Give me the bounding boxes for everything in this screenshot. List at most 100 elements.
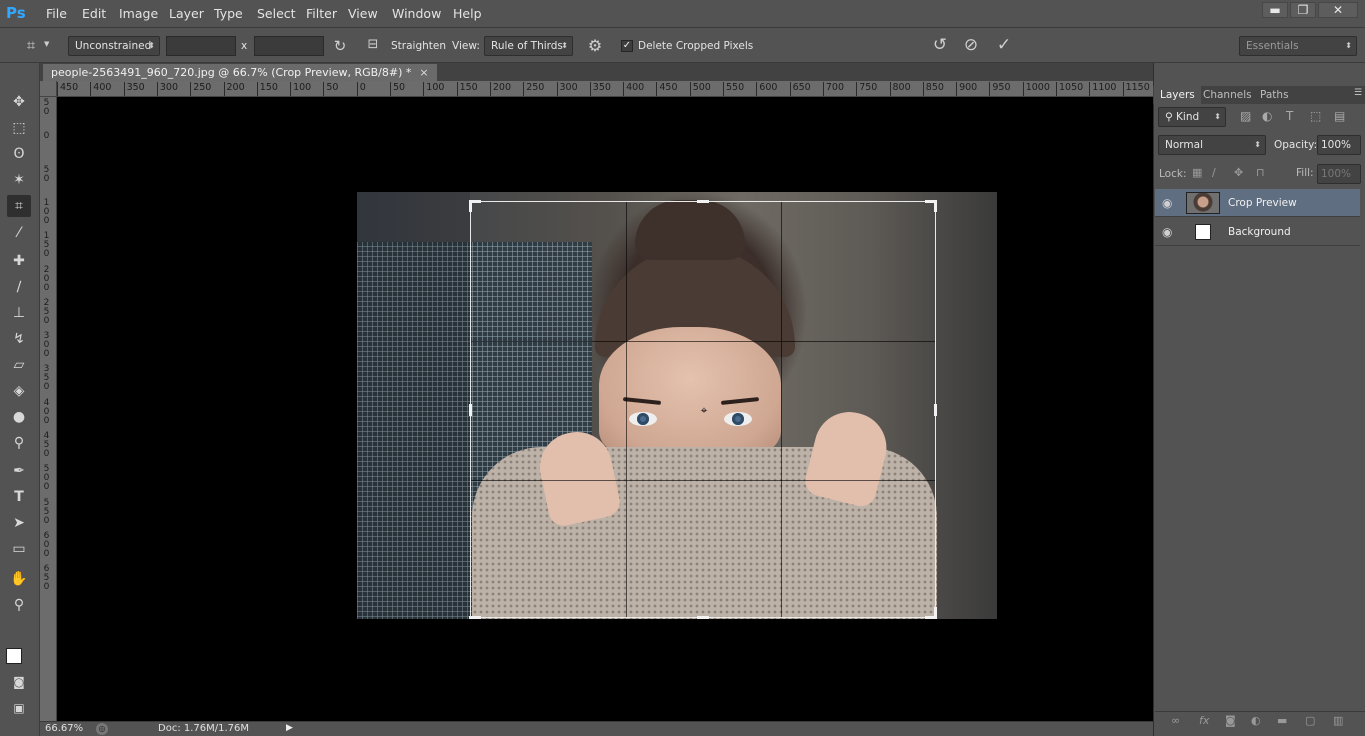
- lock-image-icon[interactable]: ∕: [1212, 166, 1216, 179]
- foreground-color-swatch[interactable]: [6, 648, 22, 664]
- crop-handle-top[interactable]: [697, 200, 709, 203]
- menu-view[interactable]: View: [348, 6, 378, 21]
- gear-icon[interactable]: ⚙: [585, 36, 605, 55]
- rectangle-icon[interactable]: ▭: [7, 538, 31, 560]
- swap-rotate-icon[interactable]: ↻: [331, 37, 349, 55]
- status-info-icon[interactable]: ◎: [96, 723, 108, 735]
- clone-stamp-icon[interactable]: ⊥: [7, 302, 31, 324]
- zoom-level[interactable]: 66.67%: [45, 723, 83, 734]
- history-brush-icon[interactable]: ↯: [7, 328, 31, 350]
- minimize-button[interactable]: ▬: [1262, 2, 1288, 18]
- restore-button[interactable]: ❐: [1290, 2, 1316, 18]
- crop-tool-preset-icon[interactable]: ⌗: [20, 36, 42, 54]
- layer-name[interactable]: Background: [1228, 226, 1291, 238]
- new-group-icon[interactable]: ▬: [1277, 714, 1287, 727]
- ruler-origin[interactable]: [40, 81, 57, 97]
- status-menu-arrow-icon[interactable]: ▶: [286, 723, 293, 733]
- zoom-icon[interactable]: ⚲: [7, 594, 31, 616]
- commit-crop-icon[interactable]: ✓: [993, 35, 1015, 55]
- adjustment-layer-icon[interactable]: ◐: [1251, 714, 1261, 727]
- width-field[interactable]: [166, 36, 236, 56]
- cancel-crop-icon[interactable]: ⊘: [960, 35, 982, 55]
- ruler-tick: 450: [656, 82, 678, 96]
- path-select-icon[interactable]: ➤: [7, 512, 31, 534]
- eraser-icon[interactable]: ▱: [7, 354, 31, 376]
- layer-name[interactable]: Crop Preview: [1228, 197, 1297, 209]
- blend-mode-dropdown[interactable]: Normal ⬍: [1158, 135, 1266, 155]
- ruler-tick: 550: [723, 82, 744, 96]
- menu-image[interactable]: Image: [119, 6, 158, 21]
- lock-position-icon[interactable]: ✥: [1234, 166, 1243, 179]
- menu-file[interactable]: File: [46, 6, 67, 21]
- lock-transparent-icon[interactable]: ▦: [1192, 166, 1202, 179]
- preset-chevron-down-icon[interactable]: ▼: [44, 40, 49, 48]
- layer-row-background[interactable]: ◉ Background: [1155, 218, 1360, 246]
- type-icon[interactable]: T: [7, 486, 31, 508]
- menu-select[interactable]: Select: [257, 6, 296, 21]
- reset-icon[interactable]: ↺: [929, 35, 951, 55]
- crop-handle-bottom[interactable]: [697, 616, 709, 619]
- menu-type[interactable]: Type: [214, 6, 243, 21]
- filter-shape-icon[interactable]: ⬚: [1310, 109, 1321, 123]
- crop-handle-top-left[interactable]: [469, 200, 472, 212]
- crop-handle-bottom-left[interactable]: [469, 616, 481, 619]
- aspect-ratio-dropdown[interactable]: Unconstrained ⬍: [68, 36, 160, 56]
- options-bar: ⌗ ▼ Unconstrained ⬍ x ↻ ⊟ Straighten View…: [0, 29, 1365, 63]
- filter-smart-object-icon[interactable]: ▤: [1334, 109, 1345, 123]
- layer-style-icon[interactable]: fx: [1199, 714, 1209, 727]
- close-tab-icon[interactable]: ×: [419, 66, 428, 79]
- dodge-icon[interactable]: ⚲: [7, 432, 31, 454]
- document-tab[interactable]: people-2563491_960_720.jpg @ 66.7% (Crop…: [43, 64, 437, 81]
- blur-icon[interactable]: ●: [7, 406, 31, 428]
- fill-field[interactable]: 100%: [1317, 164, 1361, 184]
- trash-icon[interactable]: ▥: [1333, 714, 1343, 727]
- crop-handle-left[interactable]: [469, 404, 472, 416]
- paint-bucket-icon[interactable]: ◈: [7, 380, 31, 402]
- straighten-button[interactable]: Straighten: [391, 40, 446, 52]
- marquee-icon[interactable]: ⬚: [7, 117, 31, 139]
- filter-type-icon[interactable]: T: [1286, 109, 1293, 123]
- crop-handle-right[interactable]: [934, 404, 937, 416]
- close-window-button[interactable]: ✕: [1318, 2, 1358, 18]
- crop-handle-bottom-right[interactable]: [934, 607, 937, 619]
- add-mask-icon[interactable]: ◙: [1225, 714, 1236, 727]
- move-icon[interactable]: ✥: [7, 91, 31, 113]
- opacity-field[interactable]: 100%: [1317, 135, 1361, 155]
- menu-window[interactable]: Window: [392, 6, 441, 21]
- overlay-view-dropdown[interactable]: Rule of Thirds ⬍: [484, 36, 573, 56]
- screen-mode-icon[interactable]: ▣: [7, 697, 31, 719]
- tab-channels[interactable]: Channels: [1197, 86, 1258, 104]
- layer-row-crop-preview[interactable]: ◉ Crop Preview: [1155, 189, 1360, 217]
- filter-pixel-icon[interactable]: ▨: [1240, 109, 1251, 123]
- menu-layer[interactable]: Layer: [169, 6, 204, 21]
- eyedropper-icon[interactable]: ⁄: [7, 222, 31, 244]
- filter-kind-dropdown[interactable]: ⚲ Kind ⬍: [1158, 107, 1226, 127]
- panel-menu-icon[interactable]: ☰: [1354, 88, 1362, 98]
- hand-icon[interactable]: ✋: [7, 568, 31, 590]
- filter-adjustment-icon[interactable]: ◐: [1262, 109, 1272, 123]
- healing-brush-icon[interactable]: ✚: [7, 250, 31, 272]
- height-field[interactable]: [254, 36, 324, 56]
- tab-paths[interactable]: Paths: [1254, 86, 1295, 104]
- canvas-area[interactable]: ⌖: [57, 97, 1153, 721]
- crop-icon[interactable]: ⌗: [7, 195, 31, 217]
- ruler-tick: 50: [390, 82, 405, 96]
- eye-icon[interactable]: ◉: [1162, 196, 1172, 210]
- tab-layers[interactable]: Layers: [1154, 86, 1201, 104]
- delete-cropped-checkbox[interactable]: ✓: [621, 40, 633, 52]
- lock-all-icon[interactable]: ⊓: [1256, 166, 1265, 179]
- workspace-dropdown[interactable]: Essentials ⬍: [1239, 36, 1357, 56]
- quick-mask-icon[interactable]: ◙: [7, 671, 31, 693]
- brush-icon[interactable]: ∕: [7, 276, 31, 298]
- lasso-icon[interactable]: ʘ: [7, 143, 31, 165]
- menu-help[interactable]: Help: [453, 6, 482, 21]
- menu-filter[interactable]: Filter: [306, 6, 337, 21]
- magic-wand-icon[interactable]: ✶: [7, 169, 31, 191]
- eye-icon[interactable]: ◉: [1162, 225, 1172, 239]
- pen-icon[interactable]: ✒: [7, 460, 31, 482]
- menu-edit[interactable]: Edit: [82, 6, 106, 21]
- crop-handle-top-right[interactable]: [934, 200, 937, 212]
- new-layer-icon[interactable]: ▢: [1305, 714, 1315, 727]
- link-layers-icon[interactable]: ∞: [1171, 714, 1180, 727]
- straighten-level-icon[interactable]: ⊟: [363, 37, 383, 52]
